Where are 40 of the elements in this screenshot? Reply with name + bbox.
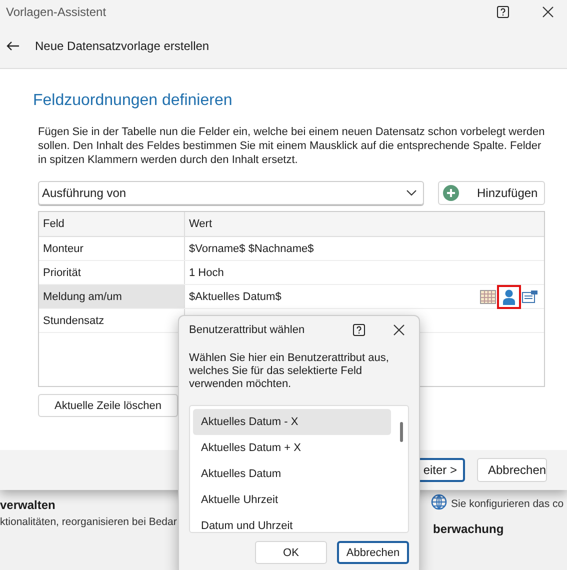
form-icon[interactable] [522,290,538,304]
section-text: ktionalitäten, reorganisieren bei Bedar [0,516,177,528]
list-item[interactable]: Aktuelles Datum - X [193,409,391,435]
dialog-button[interactable]: Abbrechen [337,541,409,564]
close-icon[interactable] [542,6,554,18]
window-title: Vorlagen-Assistent [6,5,106,19]
table-cell[interactable]: Meldung am/um [39,285,185,308]
field-dropdown[interactable]: Ausführung von [38,181,424,205]
column-header: Wert [188,217,214,232]
page-title: Neue Datensatzvorlage erstellen [35,39,210,53]
dialog-text: Wählen Sie hier ein Benutzerattribut aus, welches Sie für das selektierte Feld verwenden möchten. [189,352,390,391]
column-header: Feld [39,212,185,236]
chevron-down-icon [406,190,417,196]
close-icon[interactable] [393,324,405,336]
table-cell[interactable]: $Aktuelles Datum$ [185,285,544,308]
table-cell[interactable]: $Vorname$ $Nachname$ [185,237,544,260]
list-item[interactable]: Datum und Uhrzeit [193,513,391,532]
table-cell[interactable]: Monteur [39,237,185,260]
help-icon[interactable] [353,324,365,336]
section-heading: Feldzuordnungen definieren [33,92,234,110]
dialog-button[interactable]: OK [255,541,327,564]
dialog-title: Benutzerattribut wählen [189,324,305,336]
table-cell[interactable]: Priorität [39,261,185,284]
scrollbar-thumb[interactable] [400,422,402,442]
list-item[interactable]: Aktuelles Datum + X [193,435,391,461]
section-title: berwachung [432,522,505,536]
section-title: verwalten [0,498,56,512]
list-item[interactable]: Aktuelles Datum [193,461,391,487]
plus-icon [443,185,459,201]
delete-row-button[interactable]: Aktuelle Zeile löschen [38,394,178,417]
description-text: Fügen Sie in der Tabelle nun die Felder ein, welche bei einem neuen Datensatz schon vorbelegt werden sollen. Den Inhalt des Feldes bestimmen Sie mit einem Mausklick auf die entsprechende Spalte. Felder in spitzen Klammern werden durch den Inhalt ersetzt. [38,125,545,167]
section-text: Sie konfigurieren das co [451,498,564,510]
table-grid-icon[interactable] [480,290,496,304]
list-item[interactable]: Aktuelle Uhrzeit [193,487,391,513]
help-icon[interactable] [497,6,509,18]
add-button[interactable]: Hinzufügen [438,181,545,205]
footer-button[interactable]: Abbrechen [477,458,547,482]
table-cell[interactable]: 1 Hoch [185,261,544,284]
back-arrow-icon[interactable] [6,41,20,51]
globe-icon [431,494,447,510]
